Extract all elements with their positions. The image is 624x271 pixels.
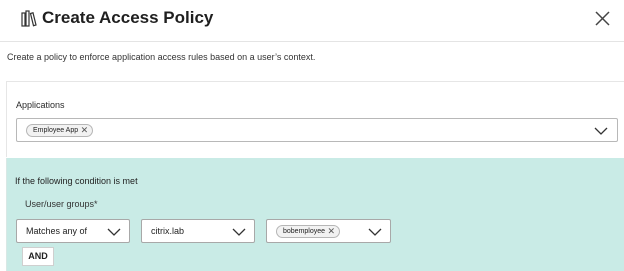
- domain-value: citrix.lab: [151, 226, 185, 236]
- user-chip: bobemployee ✕: [276, 225, 341, 238]
- applications-section: Applications Employee App ✕: [6, 81, 624, 157]
- chevron-down-icon: [107, 228, 121, 236]
- user-chip-label: bobemployee: [283, 228, 326, 235]
- match-type-dropdown[interactable]: Matches any of: [16, 219, 130, 243]
- dialog-description: Create a policy to enforce application a…: [7, 52, 316, 62]
- users-dropdown[interactable]: bobemployee ✕: [266, 219, 391, 243]
- applications-label: Applications: [16, 100, 65, 110]
- chevron-down-icon: [232, 228, 246, 236]
- user-groups-label: User/user groups*: [25, 199, 98, 209]
- remove-chip-icon[interactable]: ✕: [81, 125, 89, 136]
- remove-chip-icon[interactable]: ✕: [327, 226, 335, 237]
- chevron-down-icon: [368, 228, 382, 236]
- application-chip-label: Employee App: [33, 127, 79, 134]
- chevron-down-icon[interactable]: [594, 127, 608, 135]
- books-icon: [21, 10, 37, 27]
- condition-section: If the following condition is met User/u…: [6, 158, 624, 271]
- application-chip: Employee App ✕: [26, 124, 94, 137]
- applications-select[interactable]: Employee App ✕: [16, 118, 618, 142]
- domain-dropdown[interactable]: citrix.lab: [141, 219, 255, 243]
- dialog-header: Create Access Policy: [0, 0, 624, 42]
- dialog-title: Create Access Policy: [42, 8, 214, 27]
- and-button[interactable]: AND: [22, 247, 54, 266]
- match-type-value: Matches any of: [26, 226, 88, 236]
- condition-title: If the following condition is met: [15, 176, 138, 186]
- close-icon[interactable]: [594, 10, 611, 27]
